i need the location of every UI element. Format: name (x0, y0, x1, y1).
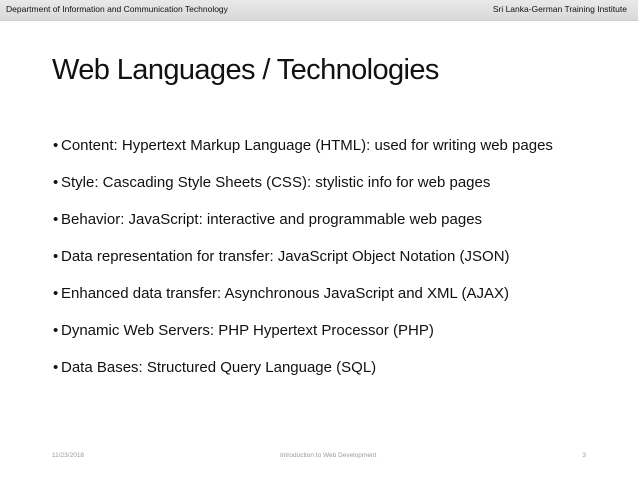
bullet-list: Content: Hypertext Markup Language (HTML… (53, 133, 573, 392)
footer-course: Introduction to Web Development (280, 452, 377, 459)
header-bar: Department of Information and Communicat… (0, 0, 638, 21)
slide: Department of Information and Communicat… (0, 0, 638, 478)
footer-date: 11/23/2018 (52, 452, 85, 459)
header-institute: Sri Lanka-German Training Institute (492, 4, 627, 14)
slide-title: Web Languages / Technologies (52, 54, 439, 86)
bullet-item-html: Content: Hypertext Markup Language (HTML… (53, 133, 573, 159)
bullet-item-ajax: Enhanced data transfer: Asynchronous Jav… (53, 281, 573, 307)
bullet-item-css: Style: Cascading Style Sheets (CSS): sty… (53, 170, 573, 196)
bullet-item-javascript: Behavior: JavaScript: interactive and pr… (53, 207, 573, 233)
header-department: Department of Information and Communicat… (6, 4, 228, 14)
bullet-item-php: Dynamic Web Servers: PHP Hypertext Proce… (53, 318, 573, 344)
bullet-item-json: Data representation for transfer: JavaSc… (53, 244, 573, 270)
bullet-item-sql: Data Bases: Structured Query Language (S… (53, 355, 573, 381)
footer-page-number: 3 (582, 452, 586, 459)
